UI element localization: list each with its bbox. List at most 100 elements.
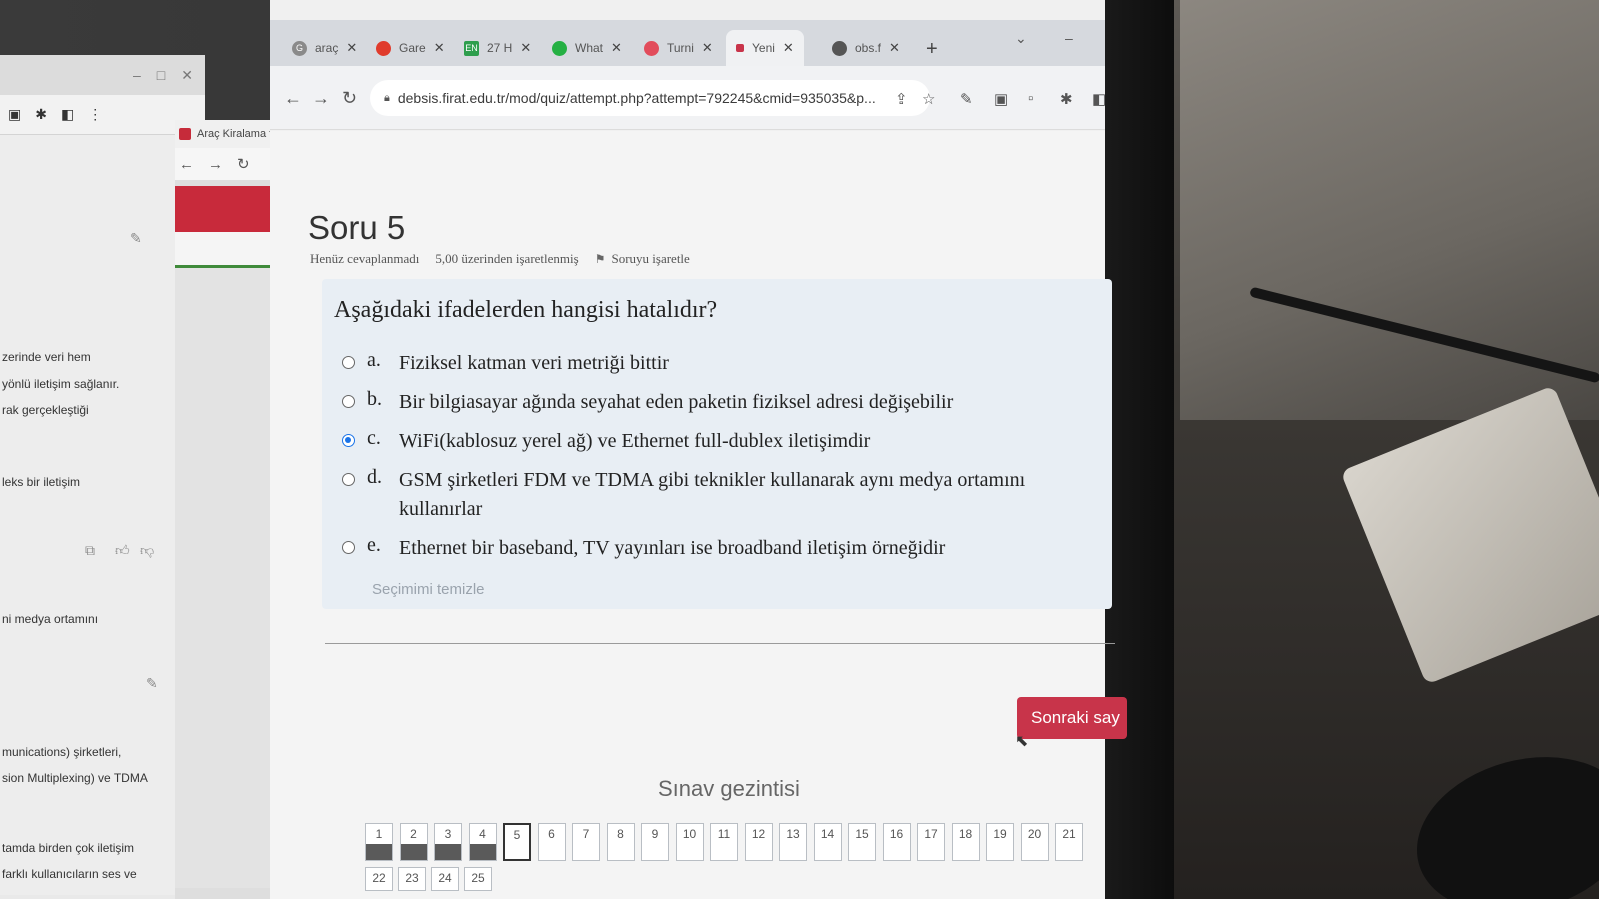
mouse-cursor-icon: ⬉: [1015, 733, 1029, 750]
chevron-down-icon[interactable]: ⌄: [1015, 30, 1027, 47]
forward-icon[interactable]: →: [208, 156, 223, 173]
back-icon[interactable]: ←: [179, 156, 194, 173]
close-tab-icon[interactable]: ✕: [611, 40, 622, 56]
radio-d[interactable]: [342, 473, 355, 486]
quiz-nav-button-8[interactable]: 8: [606, 823, 635, 861]
quiz-nav-button-14[interactable]: 14: [813, 823, 842, 861]
quiz-nav-button-23[interactable]: 23: [398, 867, 426, 891]
close-tab-icon[interactable]: ✕: [346, 40, 357, 56]
tab-label: What: [575, 41, 604, 55]
minimize-icon[interactable]: –: [133, 67, 141, 83]
left-text-2: yönlü iletişim sağlanır.: [2, 377, 120, 391]
radio-a[interactable]: [342, 356, 355, 369]
quiz-nav-button-4[interactable]: 4: [468, 823, 497, 861]
clear-choice-link[interactable]: Seçimimi temizle: [372, 581, 485, 598]
maximize-icon[interactable]: □: [157, 67, 165, 83]
answer-letter: d.: [367, 466, 382, 488]
url-input[interactable]: 🔒︎ debsis.firat.edu.tr/mod/quiz/attempt.…: [370, 80, 930, 116]
sidebar-icon[interactable]: ◧: [61, 106, 74, 123]
quiz-nav-button-22[interactable]: 22: [365, 867, 393, 891]
close-tab-icon[interactable]: ✕: [434, 40, 445, 56]
close-tab-icon[interactable]: ✕: [520, 40, 531, 56]
question-marks: 5,00 üzerinden işaretlenmiş: [435, 251, 579, 266]
answer-b[interactable]: b. Bir bilgiasayar ağında seyahat eden p…: [342, 388, 1102, 417]
reload-icon[interactable]: ↻: [237, 155, 250, 173]
next-page-button[interactable]: Sonraki say: [1017, 697, 1127, 739]
sidebar-icon[interactable]: ◧: [1092, 90, 1106, 108]
quiz-nav-button-5[interactable]: 5: [503, 823, 531, 861]
flag-question-link[interactable]: ⚑ Soruyu işaretle: [595, 251, 690, 267]
quiz-nav-button-17[interactable]: 17: [917, 823, 945, 861]
tab-2[interactable]: Gare ✕: [366, 30, 455, 66]
answer-text: GSM şirketleri FDM ve TDMA gibi teknikle…: [399, 469, 1026, 520]
quiz-nav-button-24[interactable]: 24: [431, 867, 459, 891]
star-icon[interactable]: ☆: [922, 90, 935, 108]
reload-icon[interactable]: ↻: [342, 88, 357, 109]
quiz-nav-button-18[interactable]: 18: [951, 823, 980, 861]
thumbs-down-icon[interactable]: 👎︎: [140, 542, 154, 559]
close-tab-icon[interactable]: ✕: [702, 40, 713, 56]
minimize-icon[interactable]: –: [1065, 30, 1073, 46]
site-favicon-icon: EN: [464, 40, 479, 56]
quiz-navigation-title: Sınav gezintisi: [658, 776, 800, 801]
mid-tab[interactable]: Araç Kiralama f: [175, 120, 280, 148]
site-favicon-icon: [376, 40, 391, 56]
quiz-nav-button-11[interactable]: 11: [710, 823, 738, 861]
quiz-nav-button-13[interactable]: 13: [779, 823, 807, 861]
quiz-nav-button-16[interactable]: 16: [882, 823, 911, 861]
answer-list: a. Fiziksel katman veri metriği bittir b…: [342, 349, 1102, 573]
extension-icon[interactable]: ▣: [8, 106, 21, 123]
quiz-nav-button-7[interactable]: 7: [572, 823, 600, 861]
answer-d[interactable]: d. GSM şirketleri FDM ve TDMA gibi tekni…: [342, 466, 1102, 524]
copy-icon[interactable]: ⧉: [85, 542, 95, 559]
quiz-nav-button-6[interactable]: 6: [537, 823, 566, 861]
middle-browser-window: Araç Kiralama f ← → ↻: [175, 120, 280, 899]
close-icon[interactable]: ✕: [181, 67, 193, 84]
back-icon[interactable]: ←: [284, 88, 302, 109]
close-tab-icon[interactable]: ✕: [783, 40, 794, 56]
tab-5[interactable]: Turni ✕: [634, 30, 723, 66]
quiz-nav-button-9[interactable]: 9: [641, 823, 669, 861]
puzzle-icon[interactable]: ✱: [35, 106, 47, 123]
radio-c[interactable]: [342, 434, 355, 447]
left-window-titlebar: – □ ✕: [0, 55, 205, 95]
share-icon[interactable]: ⇪: [895, 90, 908, 108]
quiz-nav-button-25[interactable]: 25: [464, 867, 492, 891]
answer-e[interactable]: e. Ethernet bir baseband, TV yayınları i…: [342, 534, 1102, 563]
forward-icon[interactable]: →: [312, 88, 330, 109]
edit-icon[interactable]: ✎: [130, 230, 142, 247]
answer-text: Bir bilgiasayar ağında seyahat eden pake…: [399, 391, 954, 413]
flag-icon: ⚑: [594, 251, 606, 266]
menu-icon[interactable]: ⋮: [88, 106, 102, 123]
quiz-nav-button-1[interactable]: 1: [365, 823, 393, 861]
tab-1[interactable]: G araç ✕: [282, 30, 367, 66]
quiz-nav-button-20[interactable]: 20: [1020, 823, 1049, 861]
extension-icon[interactable]: ▫: [1028, 90, 1033, 107]
eyedropper-icon[interactable]: ✎: [960, 90, 973, 108]
thumbs-up-icon[interactable]: 👍︎: [115, 542, 130, 559]
quiz-nav-button-15[interactable]: 15: [848, 823, 876, 861]
mid-body: [175, 268, 280, 888]
edit-icon[interactable]: ✎: [146, 675, 158, 692]
tab-4[interactable]: What ✕: [542, 30, 632, 66]
quiz-nav-button-2[interactable]: 2: [399, 823, 428, 861]
radio-e[interactable]: [342, 541, 355, 554]
quiz-nav-button-19[interactable]: 19: [986, 823, 1014, 861]
answer-a[interactable]: a. Fiziksel katman veri metriği bittir: [342, 349, 1102, 378]
tab-6-active[interactable]: Yeni ✕: [726, 30, 804, 66]
puzzle-icon[interactable]: ✱: [1060, 90, 1073, 108]
google-icon: G: [292, 40, 307, 56]
lock-icon[interactable]: 🔒︎: [384, 92, 390, 105]
extension-icon[interactable]: ▣: [994, 90, 1008, 108]
answer-c[interactable]: c. WiFi(kablosuz yerel ağ) ve Ethernet f…: [342, 427, 1102, 456]
radio-b[interactable]: [342, 395, 355, 408]
tab-3[interactable]: EN 27 H ✕: [454, 30, 541, 66]
tab-7[interactable]: obs.f ✕: [822, 30, 910, 66]
quiz-nav-button-21[interactable]: 21: [1055, 823, 1083, 861]
quiz-nav-button-3[interactable]: 3: [434, 823, 462, 861]
quiz-nav-button-12[interactable]: 12: [744, 823, 773, 861]
new-tab-icon[interactable]: +: [926, 38, 938, 61]
quiz-nav-button-10[interactable]: 10: [675, 823, 704, 861]
close-tab-icon[interactable]: ✕: [889, 40, 900, 56]
left-text-9: farklı kullanıcıların ses ve: [2, 867, 137, 881]
